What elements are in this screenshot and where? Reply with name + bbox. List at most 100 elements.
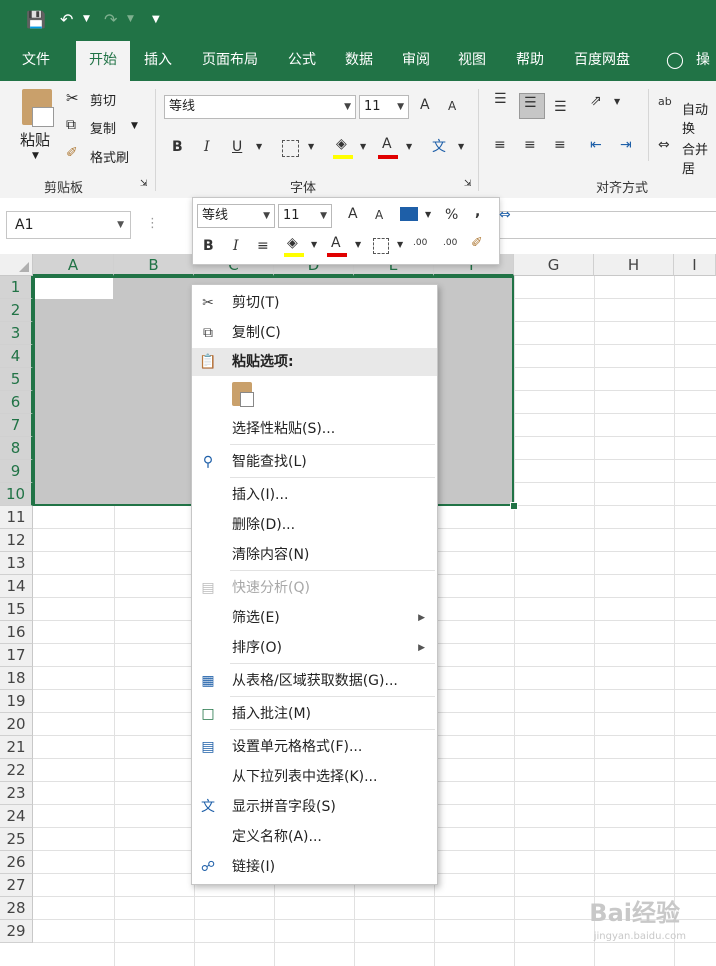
mini-font-color-dropdown-icon[interactable]: ▼ [355, 240, 361, 249]
fill-color-dropdown-icon[interactable]: ▼ [360, 142, 366, 151]
grow-font-icon[interactable]: A [420, 97, 430, 113]
mini-format-painter-icon[interactable]: ✐ [471, 235, 483, 251]
row-header-1[interactable]: 1 [0, 276, 33, 299]
row-header-3[interactable]: 3 [0, 322, 33, 345]
select-all-button[interactable] [0, 254, 33, 276]
row-header-18[interactable]: 18 [0, 667, 33, 690]
currency-format-icon[interactable] [400, 207, 418, 221]
decrease-decimal-button[interactable]: .00 [443, 238, 457, 248]
clipboard-launcher-icon[interactable]: ⇲ [140, 179, 148, 189]
tab-insert[interactable]: 插入 [136, 41, 180, 81]
row-header-5[interactable]: 5 [0, 368, 33, 391]
orientation-dropdown-icon[interactable]: ▼ [614, 97, 620, 106]
paste-button[interactable]: 粘贴 [20, 129, 50, 150]
merge-center-button[interactable]: 合并居 [682, 139, 716, 177]
pinyin-dropdown-icon[interactable]: ▼ [458, 142, 464, 151]
align-top-icon[interactable]: ☰ [494, 91, 507, 107]
font-size-combo[interactable]: 11 ▼ [359, 95, 409, 119]
column-header-h[interactable]: H [594, 254, 674, 276]
increase-indent-icon[interactable]: ⇥ [620, 137, 632, 153]
mini-font-size-combo[interactable]: 11 ▼ [278, 204, 332, 228]
row-header-9[interactable]: 9 [0, 460, 33, 483]
tab-view[interactable]: 视图 [450, 41, 494, 81]
menu-item-sort[interactable]: 排序(O) ▶ [192, 633, 437, 663]
mini-shrink-font-icon[interactable]: A [375, 208, 383, 222]
bold-button[interactable]: B [172, 139, 183, 155]
redo-dropdown-icon[interactable]: ▼ [127, 14, 134, 24]
row-header-28[interactable]: 28 [0, 897, 33, 920]
paste-icon[interactable] [22, 89, 54, 127]
menu-item-smart-lookup[interactable]: ⚲ 智能查找(L) [192, 447, 437, 477]
save-icon[interactable]: 💾 [26, 10, 46, 29]
redo-icon[interactable]: ↷ [104, 10, 117, 29]
row-header-21[interactable]: 21 [0, 736, 33, 759]
tab-home[interactable]: 开始 [76, 41, 130, 81]
menu-item-format-cells[interactable]: ▤ 设置单元格格式(F)... [192, 732, 437, 762]
row-header-17[interactable]: 17 [0, 644, 33, 667]
mini-fill-dropdown-icon[interactable]: ▼ [311, 240, 317, 249]
row-header-2[interactable]: 2 [0, 299, 33, 322]
menu-item-clear-contents[interactable]: 清除内容(N) [192, 540, 437, 570]
underline-button[interactable]: U [232, 139, 242, 155]
menu-item-link[interactable]: ☍ 链接(I) [192, 852, 437, 882]
row-header-20[interactable]: 20 [0, 713, 33, 736]
tab-tell-me[interactable]: 操作 [688, 41, 716, 106]
row-header-10[interactable]: 10 [0, 483, 33, 506]
underline-dropdown-icon[interactable]: ▼ [256, 142, 262, 151]
borders-dropdown-icon[interactable]: ▼ [308, 142, 314, 151]
mini-bold-button[interactable]: B [203, 238, 214, 254]
cut-button[interactable]: 剪切 [90, 90, 116, 109]
row-header-22[interactable]: 22 [0, 759, 33, 782]
tab-review[interactable]: 审阅 [394, 41, 438, 81]
column-header-g[interactable]: G [514, 254, 594, 276]
paste-option-icon[interactable] [232, 382, 254, 407]
shrink-font-icon[interactable]: A [448, 99, 456, 113]
row-header-13[interactable]: 13 [0, 552, 33, 575]
wrap-text-button[interactable]: 自动换 [682, 99, 716, 137]
row-header-24[interactable]: 24 [0, 805, 33, 828]
mini-font-color-icon[interactable]: A [331, 235, 341, 251]
font-launcher-icon[interactable]: ⇲ [464, 179, 472, 189]
row-header-19[interactable]: 19 [0, 690, 33, 713]
row-header-23[interactable]: 23 [0, 782, 33, 805]
mini-borders-dropdown-icon[interactable]: ▼ [397, 240, 403, 249]
tab-file[interactable]: 文件 [14, 41, 58, 81]
column-header-a[interactable]: A [33, 254, 114, 276]
menu-item-filter[interactable]: 筛选(E) ▶ [192, 603, 437, 633]
format-painter-button[interactable]: 格式刷 [90, 147, 129, 166]
align-left-icon[interactable]: ≡ [494, 137, 506, 153]
menu-item-pick-from-list[interactable]: 从下拉列表中选择(K)... [192, 762, 437, 792]
comma-style-button[interactable]: , [475, 204, 480, 220]
font-color-icon[interactable]: A [382, 136, 392, 152]
increase-decimal-button[interactable]: .00 [413, 238, 427, 248]
name-box[interactable]: A1 ▼ [6, 211, 131, 239]
customize-qat-icon[interactable]: ▼ [152, 14, 160, 25]
mini-borders-icon[interactable] [373, 238, 389, 254]
row-header-8[interactable]: 8 [0, 437, 33, 460]
row-header-12[interactable]: 12 [0, 529, 33, 552]
menu-item-copy[interactable]: ⧉ 复制(C) [192, 318, 437, 348]
active-cell-a1[interactable] [35, 278, 113, 299]
fill-color-icon[interactable]: ◈ [336, 136, 347, 152]
row-header-27[interactable]: 27 [0, 874, 33, 897]
align-right-icon[interactable]: ≡ [554, 137, 566, 153]
menu-item-insert[interactable]: 插入(I)... [192, 480, 437, 510]
row-header-16[interactable]: 16 [0, 621, 33, 644]
menu-item-delete[interactable]: 删除(D)... [192, 510, 437, 540]
copy-button[interactable]: 复制 [90, 118, 116, 137]
fill-handle[interactable] [510, 502, 518, 510]
row-header-4[interactable]: 4 [0, 345, 33, 368]
align-center-icon[interactable]: ≡ [524, 137, 536, 153]
mini-italic-button[interactable]: I [233, 238, 239, 254]
tab-help[interactable]: 帮助 [508, 41, 552, 81]
mini-fill-color-icon[interactable]: ◈ [287, 235, 298, 251]
copy-dropdown-icon[interactable]: ▼ [131, 121, 138, 131]
align-bottom-icon[interactable]: ☰ [554, 99, 567, 115]
menu-item-define-name[interactable]: 定义名称(A)... [192, 822, 437, 852]
undo-dropdown-icon[interactable]: ▼ [83, 14, 90, 24]
borders-icon[interactable] [282, 140, 299, 157]
undo-icon[interactable]: ↶ [60, 10, 73, 29]
currency-dropdown-icon[interactable]: ▼ [425, 210, 431, 219]
menu-item-get-data[interactable]: ▦ 从表格/区域获取数据(G)... [192, 666, 437, 696]
row-header-26[interactable]: 26 [0, 851, 33, 874]
